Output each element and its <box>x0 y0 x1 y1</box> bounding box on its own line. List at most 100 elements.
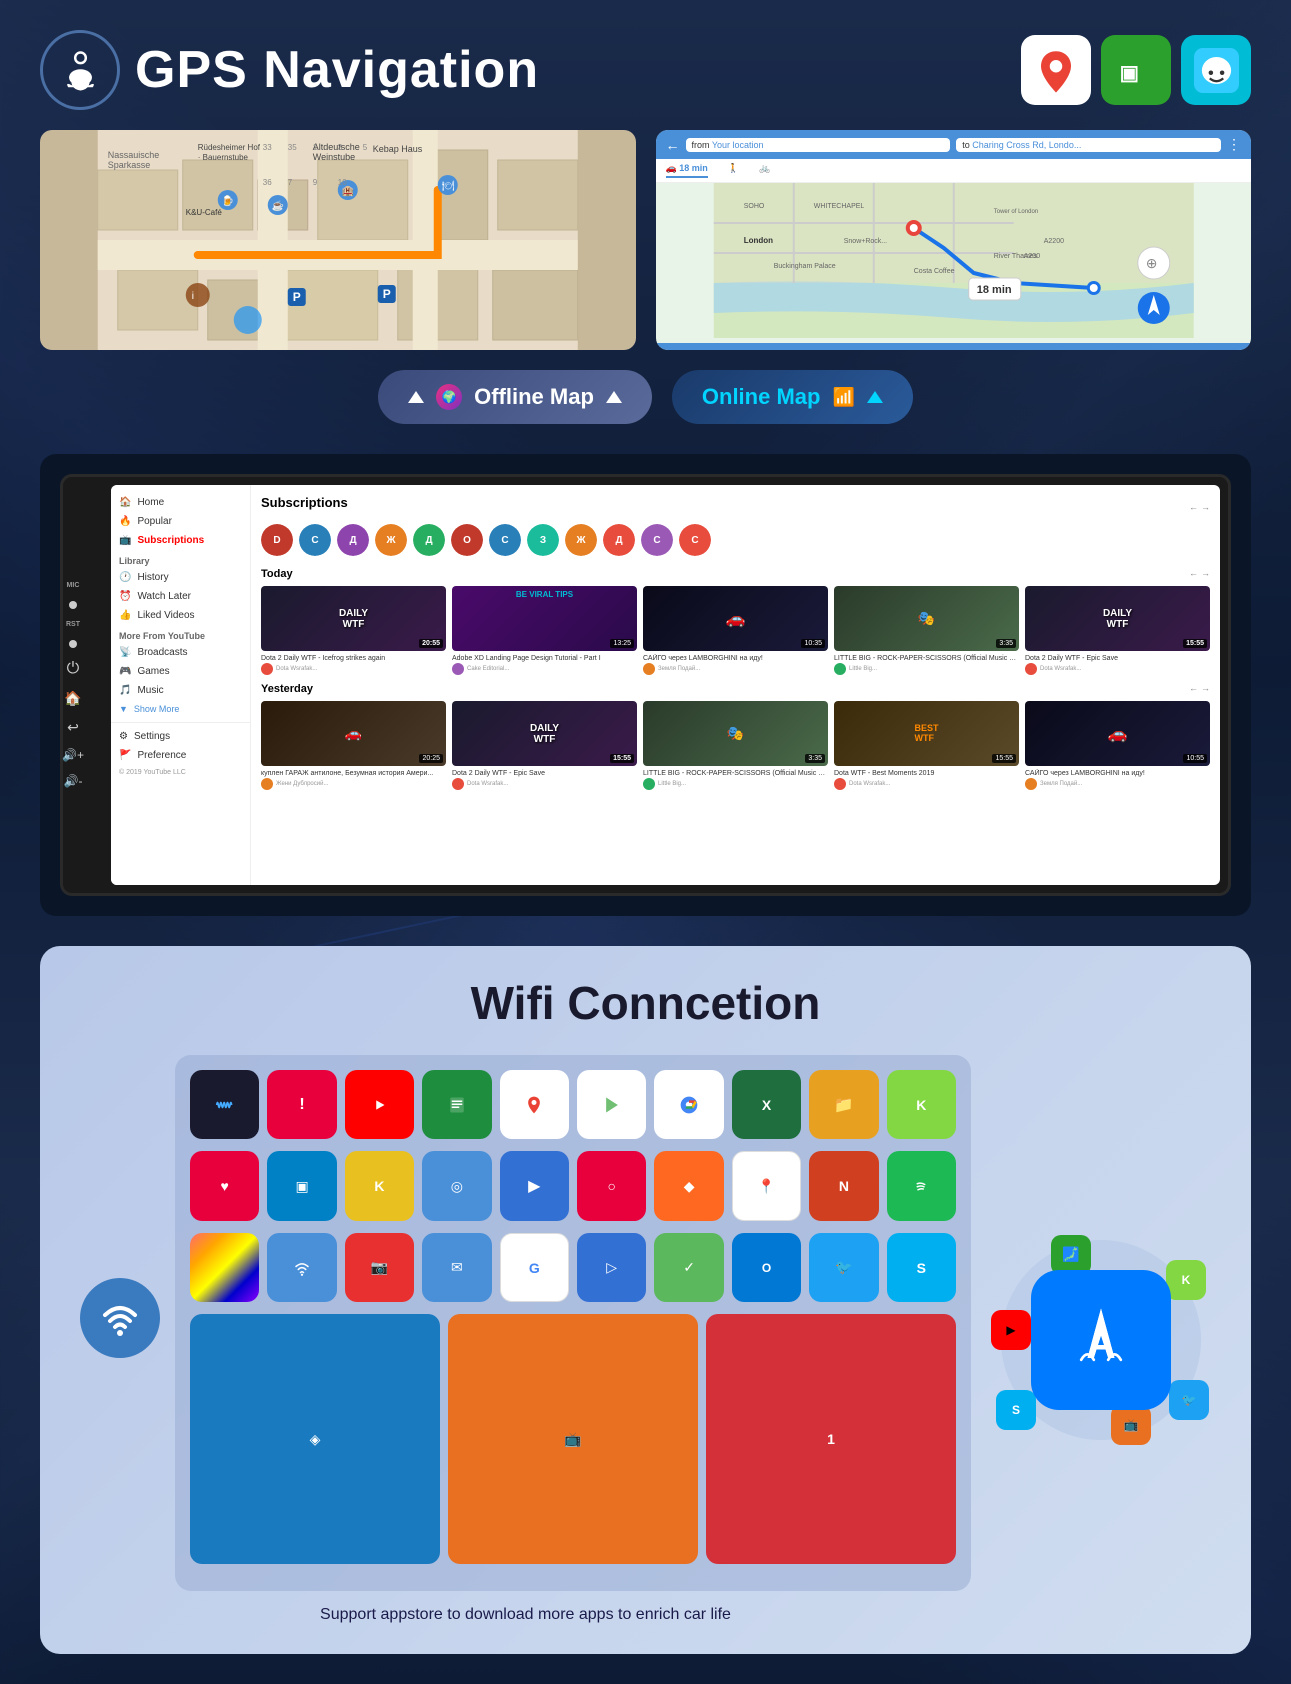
avatar-12[interactable]: С <box>679 524 711 556</box>
app-excel[interactable]: X <box>732 1070 801 1139</box>
app-shazam[interactable]: ◈ <box>190 1314 440 1564</box>
app-nav-maps[interactable]: ◎ <box>422 1151 491 1220</box>
youtube-sidebar: 🏠 Home 🔥 Popular 📺 Subscriptions Library <box>111 485 251 885</box>
video-today-3[interactable]: 🚗 10:35 САЙГО через LAMBORGHINI на иду! … <box>643 586 828 675</box>
app-youtube[interactable] <box>345 1070 414 1139</box>
app-orange[interactable]: ◆ <box>654 1151 723 1220</box>
sidebar-preference[interactable]: 🚩 Preference <box>111 746 250 765</box>
app-outlook[interactable]: O <box>732 1233 801 1302</box>
avatar-8[interactable]: З <box>527 524 559 556</box>
sidebar-broadcasts[interactable]: 📡 Broadcasts <box>111 643 250 662</box>
app-store-app[interactable]: ▷ <box>577 1233 646 1302</box>
svg-text:36: 36 <box>263 178 272 187</box>
avatar-5[interactable]: Д <box>413 524 445 556</box>
youtube-main: Subscriptions ← → D C Д Ж Д О <box>251 485 1220 885</box>
app-red-circle[interactable]: ○ <box>577 1151 646 1220</box>
today-prev[interactable]: ← <box>1189 568 1198 580</box>
app-check[interactable]: ✓ <box>654 1233 723 1302</box>
next-arrow[interactable]: → <box>1201 502 1210 512</box>
svg-text:▣: ▣ <box>1119 62 1138 84</box>
app-skype[interactable]: S <box>887 1233 956 1302</box>
app-files[interactable]: 📁 <box>809 1070 878 1139</box>
app-chrome[interactable] <box>654 1070 723 1139</box>
today-videos: DAILYWTF 20:55 Dota 2 Daily WTF - Icefro… <box>261 586 1210 675</box>
video-yesterday-4[interactable]: BESTWTF 15:55 Dota WTF - Best Moments 20… <box>834 701 1019 790</box>
avatar-11[interactable]: С <box>641 524 673 556</box>
video-today-1[interactable]: DAILYWTF 20:55 Dota 2 Daily WTF - Icefro… <box>261 586 446 675</box>
app-iheartradio[interactable]: ♥ <box>190 1151 259 1220</box>
sidebar-liked[interactable]: 👍 Liked Videos <box>111 606 250 625</box>
offline-map-button[interactable]: 🌍 Offline Map <box>378 370 652 424</box>
avatar-3[interactable]: Д <box>337 524 369 556</box>
avatar-6[interactable]: О <box>451 524 483 556</box>
waze-icon[interactable] <box>1181 35 1251 105</box>
home-button[interactable]: 🏠 <box>64 690 81 707</box>
video-yesterday-3[interactable]: 🎭 3:35 LITTLE BIG - ROCK-PAPER-SCISSORS … <box>643 701 828 790</box>
here-maps-icon[interactable]: ▣ <box>1101 35 1171 105</box>
avatar-10[interactable]: Д <box>603 524 635 556</box>
avatar-2[interactable]: C <box>299 524 331 556</box>
sidebar-history[interactable]: 🕐 History <box>111 568 250 587</box>
app-waveform[interactable] <box>190 1070 259 1139</box>
app-box[interactable]: ▣ <box>267 1151 336 1220</box>
svg-text:Rüdesheimer Hof: Rüdesheimer Hof <box>198 143 261 152</box>
yesterday-next[interactable]: → <box>1201 683 1210 695</box>
appstore-icon[interactable] <box>1031 1270 1171 1410</box>
video-yesterday-5[interactable]: 🚗 10:55 САЙГО через LAMBORGHINI на иду! … <box>1025 701 1210 790</box>
sidebar-settings[interactable]: ⚙ Settings <box>111 727 250 746</box>
app-1password[interactable]: 1 <box>706 1314 956 1564</box>
video-yesterday-2[interactable]: DAILYWTF 15:55 Dota 2 Daily WTF - Epic S… <box>452 701 637 790</box>
svg-text:Buckingham Palace: Buckingham Palace <box>773 263 835 270</box>
prev-arrow[interactable]: ← <box>1189 502 1198 512</box>
avatar-7[interactable]: C <box>489 524 521 556</box>
app-wifi-settings[interactable] <box>267 1233 336 1302</box>
video-today-4[interactable]: 🎭 3:35 LITTLE BIG - ROCK-PAPER-SCISSORS … <box>834 586 1019 675</box>
appstore-container: 🗾 K 🐦 📺 S ▶ <box>991 1240 1211 1440</box>
app-kik[interactable]: K <box>887 1070 956 1139</box>
today-next[interactable]: → <box>1201 568 1210 580</box>
svg-text:A200: A200 <box>1023 253 1039 260</box>
sidebar-show-more[interactable]: ▼ Show More <box>111 700 250 718</box>
sidebar-popular[interactable]: 🔥 Popular <box>111 512 250 531</box>
svg-text:A2200: A2200 <box>1043 238 1063 245</box>
sidebar-subscriptions[interactable]: 📺 Subscriptions <box>111 531 250 550</box>
sidebar-games[interactable]: 🎮 Games <box>111 662 250 681</box>
online-map-button[interactable]: Online Map 📶 <box>672 370 913 424</box>
app-twitter[interactable]: 🐦 <box>809 1233 878 1302</box>
app-office[interactable]: N <box>809 1151 878 1220</box>
avatar-1[interactable]: D <box>261 524 293 556</box>
gps-title: GPS Navigation <box>135 40 539 100</box>
vol-up-button[interactable]: 🔊+ <box>62 748 84 762</box>
app-kboard[interactable]: K <box>345 1151 414 1220</box>
app-photos[interactable] <box>190 1233 259 1302</box>
app-google-maps[interactable] <box>500 1070 569 1139</box>
svg-text:Costa Coffee: Costa Coffee <box>913 268 954 275</box>
sidebar-music[interactable]: 🎵 Music <box>111 681 250 700</box>
app-play-store[interactable] <box>577 1070 646 1139</box>
sidebar-watch-later[interactable]: ⏰ Watch Later <box>111 587 250 606</box>
power-button[interactable]: ⏻ <box>67 660 80 678</box>
video-today-2[interactable]: BE VIRAL TIPS 13:25 Adobe XD Landing Pag… <box>452 586 637 675</box>
apps-grid-row1: ! <box>190 1070 956 1139</box>
app-spotify[interactable] <box>887 1151 956 1220</box>
app-sheets[interactable] <box>422 1070 491 1139</box>
vol-down-button[interactable]: 🔊- <box>64 774 83 788</box>
sidebar-home[interactable]: 🏠 Home <box>111 493 250 512</box>
app-tv[interactable]: 📺 <box>448 1314 698 1564</box>
app-mail[interactable]: ✉ <box>422 1233 491 1302</box>
app-play2[interactable]: ▶ <box>500 1151 569 1220</box>
avatar-9[interactable]: Ж <box>565 524 597 556</box>
app-google-maps2[interactable]: 📍 <box>732 1151 801 1220</box>
google-maps-icon[interactable] <box>1021 35 1091 105</box>
app-notification[interactable]: ! <box>267 1070 336 1139</box>
app-google2[interactable]: G <box>500 1233 569 1302</box>
settings-icon: ⚙ <box>119 731 128 742</box>
back-button[interactable]: ↩ <box>67 719 79 736</box>
yesterday-prev[interactable]: ← <box>1189 683 1198 695</box>
gps-header: GPS Navigation ▣ <box>40 30 1251 110</box>
app-camera[interactable]: 📷 <box>345 1233 414 1302</box>
video-today-5[interactable]: DAILYWTF 15:55 Dota 2 Daily WTF - Epic S… <box>1025 586 1210 675</box>
video-yesterday-1[interactable]: 🚗 20:25 куплен ГАРАЖ антилоне, Безумная … <box>261 701 446 790</box>
avatar-4[interactable]: Ж <box>375 524 407 556</box>
gps-person-icon <box>58 48 103 93</box>
